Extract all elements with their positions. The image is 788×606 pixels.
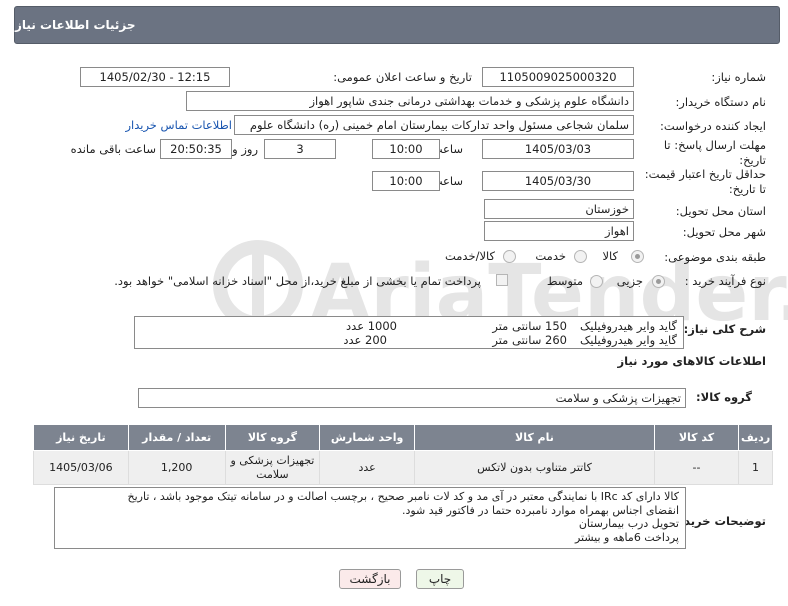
category-radio-goods-service[interactable] (503, 250, 516, 263)
cell-row-number: 1 (738, 450, 773, 485)
goods-section-title: اطلاعات کالاهای مورد نیاز (617, 354, 766, 368)
days-field: 3 (264, 139, 336, 159)
cell-item-group: تجهیزات پزشکی و سلامت (224, 450, 321, 485)
header-need-date: تاریخ نیاز (33, 424, 129, 451)
description-line-2-name: گاید وایر هیدروفیلیک (579, 333, 677, 347)
process-label: نوع فرآیند خرید : (684, 274, 766, 288)
description-line-1-qty: 1000 عدد (346, 319, 397, 333)
validity-label: حداقل تاریخ اعتبار قیمت: (644, 167, 766, 181)
remaining-time-field: 20:50:35 (160, 139, 232, 159)
category-option-goods: کالا (602, 249, 618, 263)
validity-label-date: تا تاریخ: (728, 182, 766, 196)
validity-time-field: 10:00 (372, 171, 440, 191)
process-radio-minor[interactable] (652, 275, 665, 288)
description-label: شرح کلی نیاز: (683, 322, 766, 336)
process-option-medium: متوسط (546, 274, 583, 288)
province-field: خوزستان (484, 199, 634, 219)
page-header: جزئیات اطلاعات نیاز (14, 6, 780, 44)
category-option-goods-service: کالا/خدمت (444, 249, 495, 263)
buyer-notes-line-3: تحویل درب بیمارستان (578, 517, 679, 530)
header-quantity: تعداد / مقدار (127, 424, 226, 451)
goods-table-header: ردیف کد کالا نام کالا واحد شمارش گروه کا… (33, 424, 773, 451)
buyer-notes-line-1: کالا دارای کد IRc با نمایندگی معتبر در آ… (127, 490, 680, 503)
goods-group-field: تجهیزات پزشکی و سلامت (138, 388, 686, 408)
category-radio-service[interactable] (574, 250, 587, 263)
description-line-2-qty: 200 عدد (343, 333, 387, 347)
buyer-notes-line-4: پرداخت 6ماهه و بیشتر (574, 530, 679, 544)
cell-need-date: 1405/03/06 (33, 450, 129, 485)
announce-field: 1405/02/30 - 12:15 (80, 67, 230, 87)
creator-field: سلمان شجاعی مسئول واحد تدارکات بیمارستان… (234, 115, 634, 135)
header-item-code: کد کالا (653, 424, 740, 451)
validity-date-field: 1405/03/30 (482, 171, 634, 191)
category-radio-goods[interactable] (631, 250, 644, 263)
description-textarea: گاید وایر هیدروفیلیک 150 سانتی متر 1000 … (134, 316, 684, 349)
header-row-number: ردیف (738, 424, 773, 451)
description-line-1-size: 150 سانتی متر (492, 319, 567, 333)
table-row: 1 -- کاتتر متناوب بدون لاتکس عدد تجهیزات… (33, 450, 773, 485)
treasury-payment-checkbox[interactable] (496, 274, 508, 286)
category-label: طبقه بندی موضوعی: (664, 250, 766, 264)
back-button[interactable]: بازگشت (339, 569, 401, 589)
deadline-time-field: 10:00 (372, 139, 440, 159)
buyer-notes-line-2: انقضای اجناس بهمراه موارد نامبرده حتما د… (401, 503, 679, 517)
goods-table: ردیف کد کالا نام کالا واحد شمارش گروه کا… (33, 424, 773, 485)
print-button[interactable]: چاپ (416, 569, 464, 589)
creator-label: ایجاد کننده درخواست: (660, 119, 766, 133)
need-number-label: شماره نیاز: (711, 70, 766, 84)
buyer-notes-textarea: کالا دارای کد IRc با نمایندگی معتبر در آ… (54, 487, 686, 549)
cell-quantity: 1,200 (127, 450, 226, 485)
treasury-payment-note: پرداخت تمام یا بخشی از مبلغ خرید،از محل … (114, 274, 481, 288)
header-item-name: نام کالا (413, 424, 655, 451)
buyer-label: نام دستگاه خریدار: (675, 95, 766, 109)
category-option-service: خدمت (535, 249, 566, 263)
goods-group-label: گروه کالا: (696, 390, 752, 404)
deadline-label-date: تاریخ: (739, 153, 766, 167)
announce-label: تاریخ و ساعت اعلان عمومی: (333, 70, 472, 84)
description-line-2-size: 260 سانتی متر (492, 333, 567, 347)
page-title: جزئیات اطلاعات نیاز (15, 18, 136, 32)
deadline-label: مهلت ارسال پاسخ: تا (663, 138, 766, 152)
process-option-minor: جزیی (616, 274, 643, 288)
process-radio-medium[interactable] (590, 275, 603, 288)
header-unit: واحد شمارش (319, 424, 415, 451)
buyer-contact-link[interactable]: اطلاعات تماس خریدار (125, 118, 232, 132)
cell-unit: عدد (319, 450, 415, 485)
days-label: روز و (232, 142, 258, 156)
header-item-group: گروه کالا (224, 424, 321, 451)
description-line-1-name: گاید وایر هیدروفیلیک (579, 319, 677, 333)
deadline-date-field: 1405/03/03 (482, 139, 634, 159)
city-field: اهواز (484, 221, 634, 241)
buyer-field: دانشگاه علوم پزشکی و خدمات بهداشتی درمان… (186, 91, 634, 111)
need-number-field: 1105009025000320 (482, 67, 634, 87)
remaining-label: ساعت باقی مانده (70, 142, 156, 156)
cell-item-name: کاتتر متناوب بدون لاتکس (413, 450, 655, 485)
city-label: شهر محل تحویل: (682, 225, 766, 239)
cell-item-code: -- (653, 450, 740, 485)
province-label: استان محل تحویل: (675, 204, 766, 218)
